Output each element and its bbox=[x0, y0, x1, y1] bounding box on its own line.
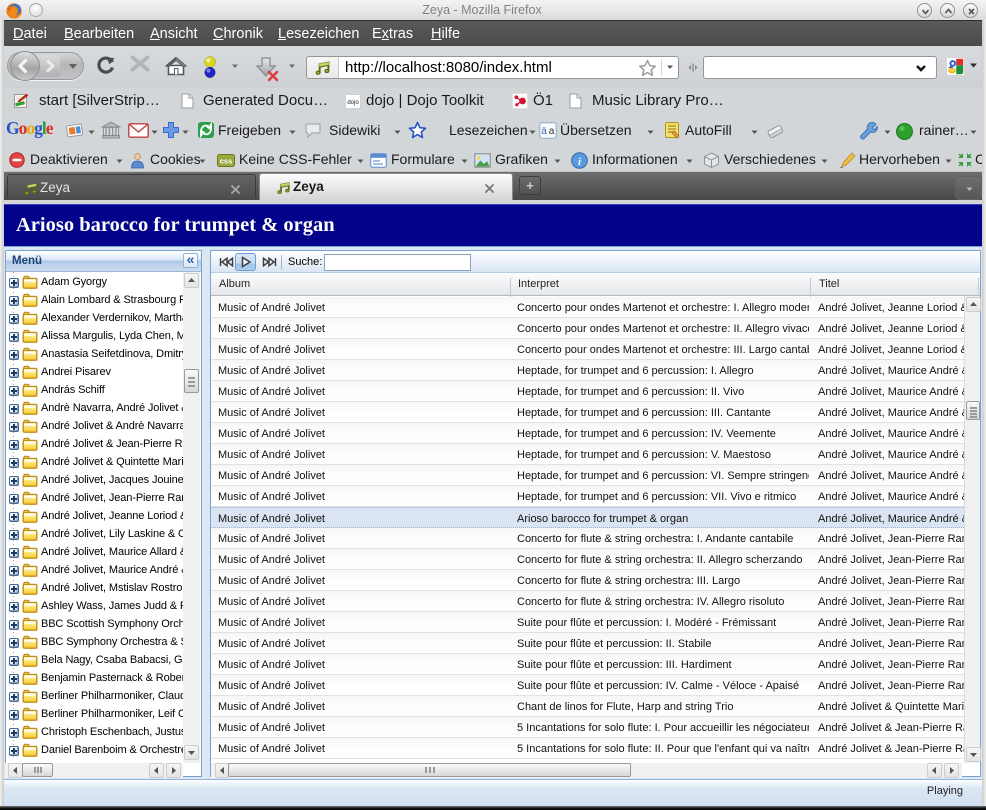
svg-text:a: a bbox=[549, 126, 555, 137]
svg-text:ä: ä bbox=[541, 126, 547, 137]
svg-text:css: css bbox=[220, 157, 233, 166]
svg-text:dojo: dojo bbox=[347, 100, 359, 106]
